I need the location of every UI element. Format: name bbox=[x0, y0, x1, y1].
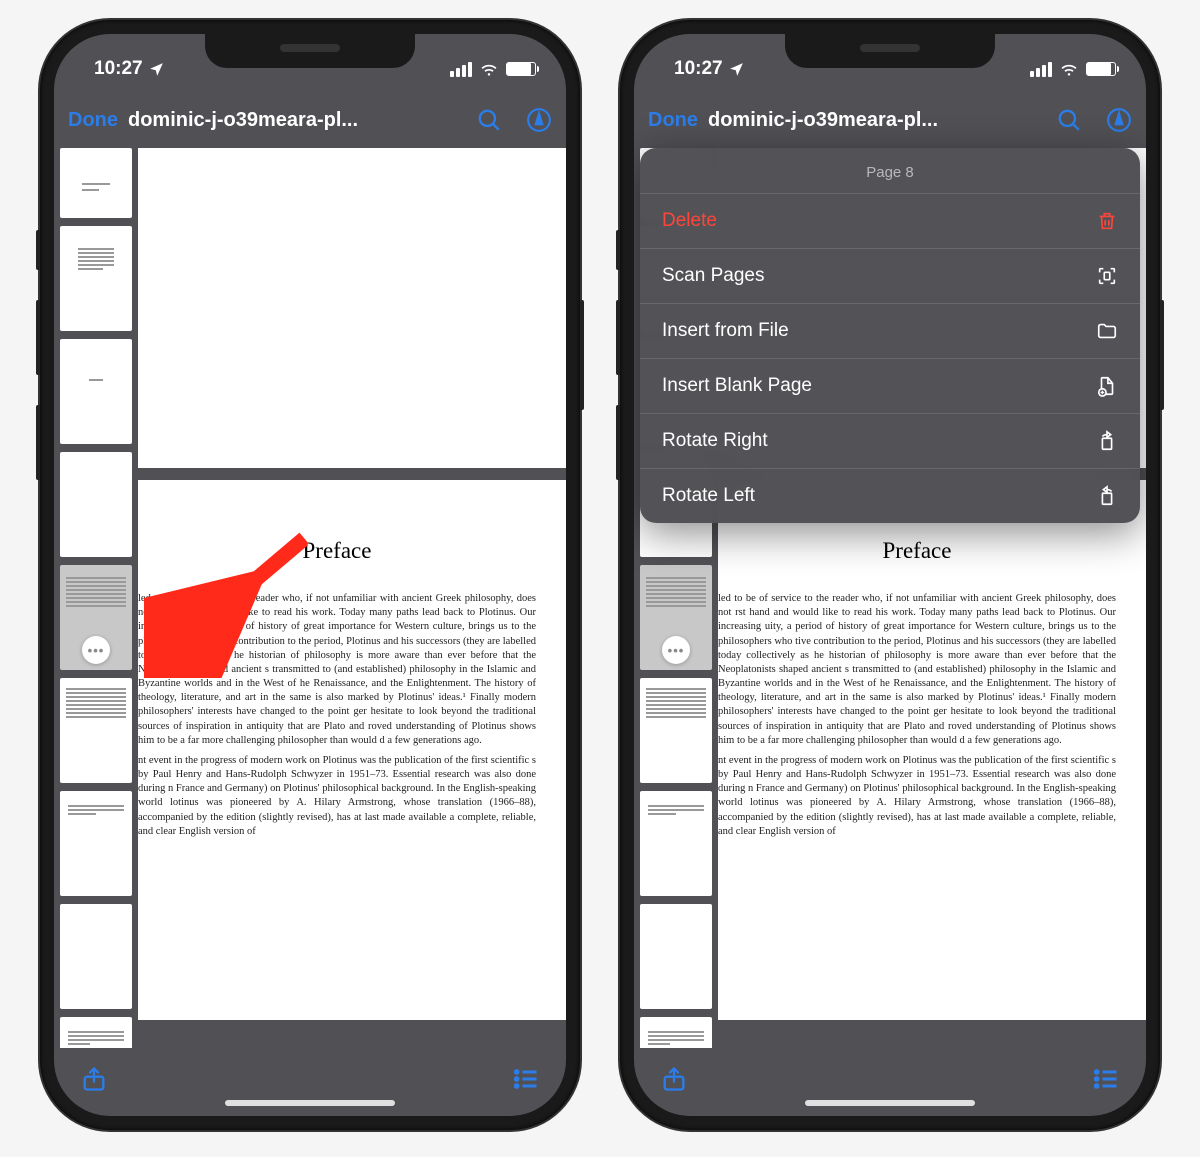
page-thumbnail[interactable] bbox=[60, 148, 132, 218]
preface-body: led to be of service to the reader who, … bbox=[718, 592, 1116, 839]
scan-icon bbox=[1096, 265, 1118, 287]
wifi-icon bbox=[1059, 59, 1079, 79]
cellular-signal-icon bbox=[450, 62, 472, 77]
menu-rotate-right[interactable]: Rotate Right bbox=[640, 413, 1140, 468]
preface-heading: Preface bbox=[718, 538, 1116, 564]
power-button bbox=[580, 300, 584, 410]
menu-scan-pages[interactable]: Scan Pages bbox=[640, 248, 1140, 303]
document-view[interactable]: Preface led to be of service to the read… bbox=[138, 148, 566, 1048]
power-button bbox=[1160, 300, 1164, 410]
page-thumbnail[interactable] bbox=[60, 1017, 132, 1048]
page-thumbnail[interactable] bbox=[60, 226, 132, 331]
rotate-right-icon bbox=[1096, 430, 1118, 452]
rotate-left-icon bbox=[1096, 485, 1118, 507]
content-area: ••• Preface led to be of service to the … bbox=[54, 148, 566, 1048]
document-title: dominic-j-o39meara-pl... bbox=[128, 109, 466, 132]
location-arrow-icon bbox=[728, 61, 745, 78]
menu-rotate-left[interactable]: Rotate Left bbox=[640, 468, 1140, 523]
done-button[interactable]: Done bbox=[648, 109, 698, 132]
list-icon[interactable] bbox=[512, 1065, 540, 1093]
menu-header: Page 8 bbox=[640, 148, 1140, 193]
page-thumbnail-selected[interactable]: ••• bbox=[60, 565, 132, 670]
more-button[interactable]: ••• bbox=[82, 636, 110, 664]
page-context-menu: Page 8 Delete Scan Pages Insert from Fil… bbox=[640, 148, 1140, 523]
menu-insert-file[interactable]: Insert from File bbox=[640, 303, 1140, 358]
preface-body: led to be of service to the reader who, … bbox=[138, 592, 536, 839]
page-thumbnail[interactable] bbox=[60, 452, 132, 557]
page-thumbnail-selected[interactable]: ••• bbox=[640, 565, 712, 670]
preface-heading: Preface bbox=[138, 538, 536, 564]
battery-icon bbox=[506, 62, 536, 76]
menu-delete[interactable]: Delete bbox=[640, 193, 1140, 248]
search-icon[interactable] bbox=[476, 107, 502, 133]
markup-icon[interactable] bbox=[526, 107, 552, 133]
phone-right: 10:27 Done dominic-j-o39meara-pl... bbox=[620, 20, 1160, 1130]
phone-left: 10:27 Done dominic-j-o39meara-pl... bbox=[40, 20, 580, 1130]
page-thumbnail[interactable] bbox=[60, 791, 132, 896]
markup-icon[interactable] bbox=[1106, 107, 1132, 133]
trash-icon bbox=[1096, 210, 1118, 232]
status-time: 10:27 bbox=[674, 58, 723, 80]
share-icon[interactable] bbox=[660, 1065, 688, 1093]
page-thumbnail[interactable] bbox=[640, 791, 712, 896]
done-button[interactable]: Done bbox=[68, 109, 118, 132]
thumbnail-sidebar[interactable]: ••• bbox=[54, 148, 138, 1048]
page-preface: Preface led to be of service to the read… bbox=[138, 480, 566, 1020]
page-blank bbox=[138, 148, 566, 468]
share-icon[interactable] bbox=[80, 1065, 108, 1093]
page-thumbnail[interactable] bbox=[60, 678, 132, 783]
menu-insert-blank[interactable]: Insert Blank Page bbox=[640, 358, 1140, 413]
notch bbox=[205, 34, 415, 68]
page-thumbnail[interactable] bbox=[640, 678, 712, 783]
content-area: ••• Preface led to be of service to the … bbox=[634, 148, 1146, 1048]
volume-buttons bbox=[36, 230, 40, 510]
document-title: dominic-j-o39meara-pl... bbox=[708, 109, 1046, 132]
more-button[interactable]: ••• bbox=[662, 636, 690, 664]
volume-buttons bbox=[616, 230, 620, 510]
nav-bar: Done dominic-j-o39meara-pl... bbox=[634, 92, 1146, 148]
folder-icon bbox=[1096, 320, 1118, 342]
add-page-icon bbox=[1096, 375, 1118, 397]
home-indicator[interactable] bbox=[805, 1100, 975, 1106]
list-icon[interactable] bbox=[1092, 1065, 1120, 1093]
location-arrow-icon bbox=[148, 61, 165, 78]
wifi-icon bbox=[479, 59, 499, 79]
battery-icon bbox=[1086, 62, 1116, 76]
page-thumbnail[interactable] bbox=[60, 904, 132, 1009]
notch bbox=[785, 34, 995, 68]
nav-bar: Done dominic-j-o39meara-pl... bbox=[54, 92, 566, 148]
home-indicator[interactable] bbox=[225, 1100, 395, 1106]
page-preface: Preface led to be of service to the read… bbox=[718, 480, 1146, 1020]
status-time: 10:27 bbox=[94, 58, 143, 80]
page-thumbnail[interactable] bbox=[60, 339, 132, 444]
cellular-signal-icon bbox=[1030, 62, 1052, 77]
page-thumbnail[interactable] bbox=[640, 904, 712, 1009]
search-icon[interactable] bbox=[1056, 107, 1082, 133]
page-thumbnail[interactable] bbox=[640, 1017, 712, 1048]
